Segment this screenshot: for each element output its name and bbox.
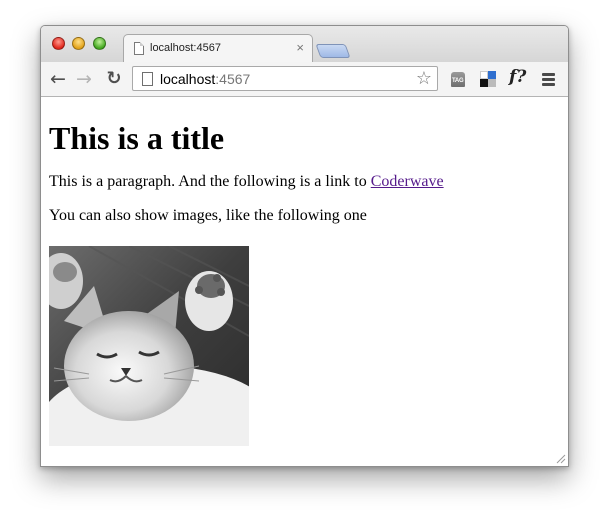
browser-window: localhost:4567 × ← → ↻ localhost:4567 ☆ … <box>40 25 569 467</box>
resize-grip-icon[interactable] <box>556 454 566 464</box>
delicious-square-blue <box>488 71 496 79</box>
delicious-square-white <box>480 71 488 79</box>
paragraph-images: You can also show images, like the follo… <box>49 207 367 224</box>
minimize-window-button[interactable] <box>72 37 85 50</box>
close-icon[interactable]: × <box>296 40 304 56</box>
delicious-square-black <box>480 79 488 87</box>
menu-icon[interactable] <box>542 73 555 86</box>
page-content: This is a title This is a paragraph. And… <box>41 97 568 466</box>
page-icon <box>142 72 153 86</box>
reload-icon[interactable]: ↻ <box>104 68 124 90</box>
coderwave-link[interactable]: Coderwave <box>371 173 444 190</box>
kitten-image <box>49 246 249 446</box>
menu-icon-bar <box>542 83 555 86</box>
new-tab-button[interactable] <box>315 44 351 58</box>
star-icon[interactable]: ☆ <box>416 68 432 89</box>
url-port: :4567 <box>215 71 251 87</box>
tab-strip: localhost:4567 × <box>41 26 568 62</box>
tab-localhost[interactable]: localhost:4567 × <box>123 34 313 62</box>
url-text[interactable]: localhost:4567 <box>160 71 250 87</box>
delicious-icon[interactable] <box>479 70 497 88</box>
url-host: localhost <box>160 71 216 87</box>
page-title: This is a title <box>49 120 225 156</box>
kitten-photo <box>49 246 249 446</box>
font-identifier-icon[interactable]: f? <box>509 67 531 87</box>
close-window-button[interactable] <box>52 37 65 50</box>
tab-title: localhost:4567 <box>150 42 221 54</box>
tag-icon[interactable]: TAG <box>449 70 467 88</box>
delicious-square-gray <box>488 79 496 87</box>
tag-icon-label: TAG <box>452 78 464 84</box>
back-arrow-icon[interactable]: ← <box>48 68 68 90</box>
address-bar[interactable]: localhost:4567 ☆ <box>132 66 438 91</box>
zoom-window-button[interactable] <box>93 37 106 50</box>
menu-icon-bar <box>542 73 555 76</box>
toolbar: ← → ↻ localhost:4567 ☆ TAG f? <box>41 62 568 97</box>
menu-icon-bar <box>542 78 555 81</box>
paragraph-text: This is a paragraph. And the following i… <box>49 173 371 190</box>
page-icon <box>134 42 144 55</box>
forward-arrow-icon[interactable]: → <box>74 68 94 90</box>
paragraph-link: This is a paragraph. And the following i… <box>49 172 560 191</box>
